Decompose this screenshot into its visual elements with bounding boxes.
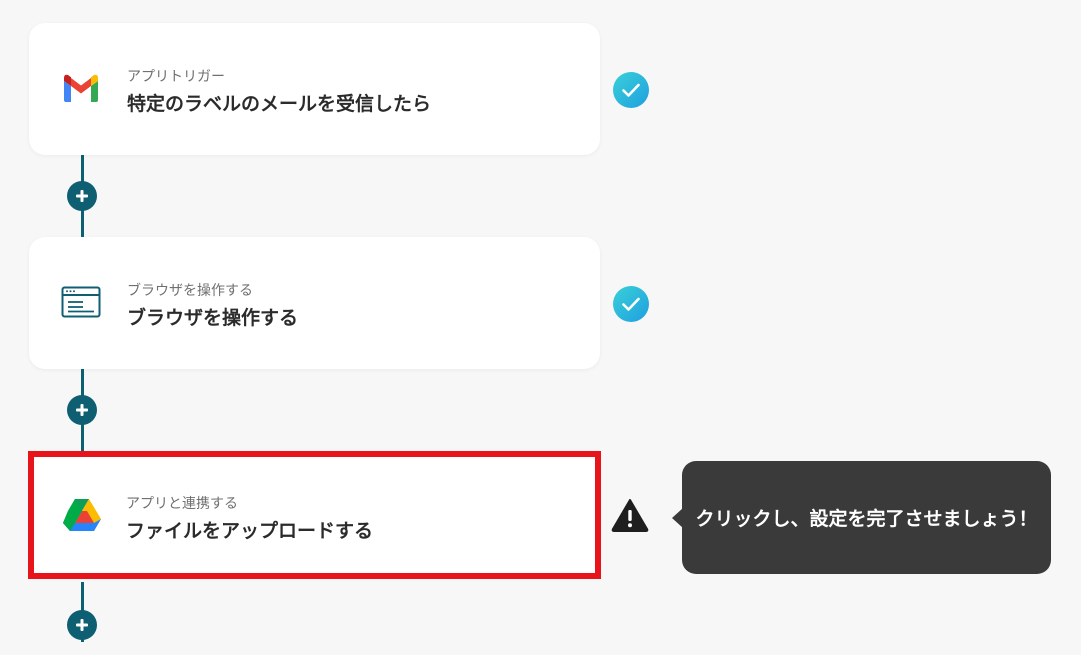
step-type-label: ブラウザを操作する	[127, 283, 253, 299]
step-type-label: アプリトリガー	[127, 69, 225, 85]
browser-window-icon	[60, 281, 102, 323]
flow-step-card-browser[interactable]: ブラウザを操作する ブラウザを操作する	[29, 237, 600, 369]
plus-icon	[76, 619, 88, 631]
plus-icon	[76, 190, 88, 202]
step-type-label: アプリと連携する	[126, 496, 238, 512]
guidance-tooltip: クリックし、設定を完了させましょう！	[682, 461, 1051, 574]
step-title: ファイルをアップロードする	[126, 520, 374, 542]
check-circle-icon	[613, 286, 649, 322]
gmail-icon	[60, 67, 102, 109]
tooltip-text: クリックし、設定を完了させましょう！	[695, 508, 1038, 530]
add-step-button[interactable]	[67, 395, 97, 425]
flow-step-card-gmail-trigger[interactable]: アプリトリガー 特定のラベルのメールを受信したら	[29, 23, 600, 155]
google-drive-icon	[61, 494, 103, 536]
step-title: 特定のラベルのメールを受信したら	[127, 93, 432, 115]
check-circle-icon	[613, 72, 649, 108]
plus-icon	[76, 404, 88, 416]
flow-step-card-google-drive[interactable]: アプリと連携する ファイルをアップロードする	[28, 451, 601, 579]
warning-icon	[611, 497, 649, 533]
add-step-button[interactable]	[67, 181, 97, 211]
add-step-button[interactable]	[67, 610, 97, 640]
step-title: ブラウザを操作する	[127, 307, 299, 329]
